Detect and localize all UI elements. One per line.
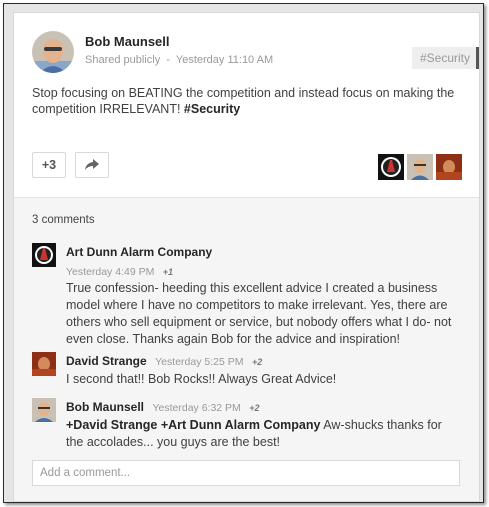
comment-count[interactable]: 3 comments xyxy=(32,214,95,226)
plusoner-avatar-art-dunn[interactable] xyxy=(378,154,404,180)
comment-author[interactable]: David Strange xyxy=(66,354,147,368)
commenter-avatar[interactable] xyxy=(32,398,56,422)
post-body: Stop focusing on BEATING the competition… xyxy=(32,85,462,117)
plusoner-avatar-bob[interactable] xyxy=(407,154,433,180)
author-name[interactable]: Bob Maunsell xyxy=(85,34,170,49)
plus-one-button[interactable]: +3 xyxy=(32,152,66,178)
post-text: Stop focusing on BEATING the competition… xyxy=(32,86,455,116)
add-comment-input[interactable]: Add a comment... xyxy=(32,460,460,486)
comment-body: Bob Maunsell Yesterday 6:32 PM +2 +David… xyxy=(66,398,462,451)
post-timestamp[interactable]: Yesterday 11:10 AM xyxy=(176,54,273,66)
plusoner-avatars xyxy=(378,154,462,180)
comment-time[interactable]: Yesterday 5:25 PM xyxy=(155,356,243,368)
comment-plus-count[interactable]: +2 xyxy=(249,403,259,413)
security-tag-chip[interactable]: #Security xyxy=(411,47,479,69)
comments-section: 3 comments Art Dunn Alarm Company Yester… xyxy=(14,197,479,501)
post-hashtag[interactable]: #Security xyxy=(184,102,240,116)
comment-plus-count[interactable]: +1 xyxy=(163,267,173,277)
comment-text: I second that!! Bob Rocks!! Always Great… xyxy=(66,372,337,386)
comment-author[interactable]: Bob Maunsell xyxy=(66,400,144,414)
commenter-avatar[interactable] xyxy=(32,243,56,267)
comment-plus-count[interactable]: +2 xyxy=(252,357,262,367)
post-section: Bob Maunsell Shared publicly - Yesterday 1… xyxy=(14,13,479,197)
commenter-avatar[interactable] xyxy=(32,352,56,376)
comment-text: True confession- heeding this excellent … xyxy=(66,281,452,346)
post-meta: Shared publicly - Yesterday 11:10 AM xyxy=(85,54,273,66)
post-card: Bob Maunsell Shared publicly - Yesterday 1… xyxy=(13,12,480,502)
window-frame: Bob Maunsell Shared publicly - Yesterday 1… xyxy=(3,3,484,503)
comment-time[interactable]: Yesterday 4:49 PM xyxy=(66,266,154,278)
mention-david-strange[interactable]: +David Strange xyxy=(66,418,157,432)
comment-author[interactable]: Art Dunn Alarm Company xyxy=(66,245,212,259)
share-arrow-icon xyxy=(85,159,99,170)
plusoner-avatar-david[interactable] xyxy=(436,154,462,180)
author-avatar[interactable] xyxy=(32,31,74,73)
comment-time[interactable]: Yesterday 6:32 PM xyxy=(152,402,240,414)
comment-text-block: +David Strange +Art Dunn Alarm Company A… xyxy=(66,417,462,451)
comment-body: David Strange Yesterday 5:25 PM +2 I sec… xyxy=(66,352,462,388)
share-button[interactable] xyxy=(75,152,109,178)
comment-body: Art Dunn Alarm Company Yesterday 4:49 PM… xyxy=(66,243,462,348)
meta-separator: - xyxy=(166,54,170,66)
mention-art-dunn[interactable]: +Art Dunn Alarm Company xyxy=(161,418,321,432)
visibility-label[interactable]: Shared publicly xyxy=(85,54,160,66)
